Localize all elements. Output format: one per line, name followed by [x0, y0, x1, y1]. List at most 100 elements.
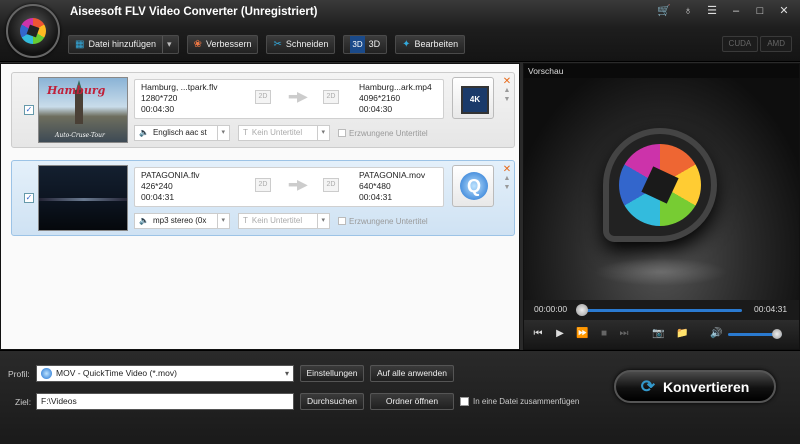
- source-duration: 00:04:30: [141, 104, 175, 114]
- stop-icon[interactable]: ■: [598, 328, 610, 340]
- track-options: 🔈 mp3 stereo (0x ▾ T Kein Untertitel ▾ E…: [134, 213, 428, 229]
- app-logo-icon: [6, 4, 60, 58]
- convert-button[interactable]: ⟳ Konvertieren: [614, 370, 776, 403]
- source-info: Hamburg, ...tpark.flv 1280*720 00:04:30: [141, 82, 218, 115]
- arrow-right-icon: ▪▪▪▶: [288, 88, 308, 104]
- edit-button[interactable]: ✦ Bearbeiten: [395, 35, 466, 54]
- close-icon[interactable]: ✕: [774, 3, 794, 19]
- profile-select[interactable]: MOV - QuickTime Video (*.mov) ▾: [36, 365, 294, 382]
- forced-subtitles-checkbox[interactable]: [338, 217, 346, 225]
- play-icon[interactable]: ▶: [554, 328, 566, 340]
- file-list: ✓ Hamburg Auto-Cruse-Tour Hamburg, ...tp…: [0, 63, 520, 350]
- destination-input[interactable]: F:\Videos: [36, 393, 294, 410]
- video-thumbnail[interactable]: [38, 165, 128, 231]
- output-resolution: 640*480: [359, 181, 391, 191]
- forced-subtitles-option[interactable]: Erzwungene Untertitel: [338, 129, 428, 138]
- 3d-icon: 3D: [350, 36, 365, 53]
- destination-label: Ziel:: [15, 397, 32, 407]
- source-name: Hamburg, ...tpark.flv: [141, 82, 218, 92]
- seek-handle[interactable]: [576, 304, 588, 316]
- cart-icon[interactable]: 🛒: [654, 3, 674, 19]
- apply-all-button[interactable]: Auf alle anwenden: [370, 365, 454, 382]
- output-name: PATAGONIA.mov: [359, 170, 426, 180]
- source-resolution: 426*240: [141, 181, 173, 191]
- volume-handle[interactable]: [771, 329, 782, 339]
- minimize-icon[interactable]: –: [726, 3, 746, 19]
- chevron-down-icon[interactable]: ▾: [162, 36, 172, 53]
- app-title: Aiseesoft FLV Video Converter (Unregistr…: [70, 6, 318, 18]
- preview-screen[interactable]: [524, 78, 799, 300]
- subtitle-select[interactable]: T Kein Untertitel ▾: [238, 125, 330, 141]
- maximize-icon[interactable]: □: [750, 3, 770, 19]
- source-resolution: 1280*720: [141, 93, 178, 103]
- text-icon: T: [243, 216, 248, 225]
- volume-icon[interactable]: 🔊: [710, 328, 722, 340]
- video-thumbnail[interactable]: Hamburg Auto-Cruse-Tour: [38, 77, 128, 143]
- film-add-icon: ▦: [75, 39, 85, 50]
- settings-button[interactable]: Einstellungen: [300, 365, 364, 382]
- 3d-button[interactable]: 3D 3D: [343, 35, 388, 54]
- subtitle-select[interactable]: T Kein Untertitel ▾: [238, 213, 330, 229]
- remove-item-icon[interactable]: ✕ ▲ ▼: [502, 77, 512, 104]
- profile-label: Profil:: [8, 369, 30, 379]
- file-checkbox[interactable]: ✓: [24, 193, 34, 203]
- file-checkbox[interactable]: ✓: [24, 105, 34, 115]
- file-info: PATAGONIA.flv 426*240 00:04:31 2D ▪▪▪▶ 2…: [134, 167, 444, 207]
- aiseesoft-logo-icon: [603, 128, 717, 242]
- hardware-acceleration: CUDA AMD: [721, 36, 792, 52]
- window-controls: 🛒 ♁ ☰ – □ ✕: [654, 3, 794, 19]
- toolbar: ▦ Datei hinzufügen ▾ ❀ Verbessern ✂ Schn…: [68, 35, 466, 54]
- speaker-icon: 🔈: [139, 128, 149, 137]
- chevron-up-icon[interactable]: ▲: [502, 174, 512, 183]
- feedback-icon[interactable]: ☰: [702, 3, 722, 19]
- skip-forward-icon[interactable]: ⏭: [618, 328, 630, 340]
- chevron-down-icon: ▾: [317, 126, 325, 140]
- merge-option[interactable]: In eine Datei zusammenfügen: [460, 397, 579, 406]
- chevron-down-icon: ▾: [217, 126, 225, 140]
- chevron-down-icon[interactable]: ▼: [502, 95, 512, 104]
- title-bar: Aiseesoft FLV Video Converter (Unregistr…: [0, 0, 800, 62]
- enhance-button[interactable]: ❀ Verbessern: [186, 35, 259, 54]
- chevron-down-icon[interactable]: ▼: [502, 183, 512, 192]
- output-info: Hamburg...ark.mp4 4096*2160 00:04:30: [359, 82, 432, 115]
- output-info: PATAGONIA.mov 640*480 00:04:31: [359, 170, 425, 203]
- current-time: 00:00:00: [534, 304, 568, 314]
- file-item[interactable]: ✓ PATAGONIA.flv 426*240 00:04:31 2D ▪▪▪▶…: [11, 160, 515, 236]
- trim-button[interactable]: ✂ Schneiden: [266, 35, 336, 54]
- scissors-icon: ✂: [273, 39, 282, 50]
- fast-forward-icon[interactable]: ⏩: [576, 328, 588, 340]
- chevron-up-icon[interactable]: ▲: [502, 86, 512, 95]
- output-duration: 00:04:31: [359, 192, 393, 202]
- cuda-badge: CUDA: [721, 36, 759, 52]
- open-folder-button[interactable]: Ordner öffnen: [370, 393, 454, 410]
- audio-track-select[interactable]: 🔈 Englisch aac st ▾: [134, 125, 230, 141]
- preview-label: Vorschau: [528, 66, 564, 76]
- skip-back-icon[interactable]: ⏮: [532, 328, 544, 340]
- source-name: PATAGONIA.flv: [141, 170, 200, 180]
- seek-bar[interactable]: [582, 309, 742, 312]
- forced-subtitles-option[interactable]: Erzwungene Untertitel: [338, 217, 428, 226]
- edit-icon: ✦: [402, 39, 411, 50]
- 2d-badge: 2D: [323, 90, 339, 104]
- add-file-button[interactable]: ▦ Datei hinzufügen ▾: [68, 35, 179, 54]
- folder-icon[interactable]: 📁: [676, 328, 688, 340]
- preview-panel: Vorschau 00:00:00 00:04:31 ⏮ ▶ ⏩ ■ ⏭ 📷 📁…: [523, 63, 800, 350]
- forced-subtitles-checkbox[interactable]: [338, 129, 346, 137]
- merge-checkbox[interactable]: [460, 397, 469, 406]
- register-icon[interactable]: ♁: [678, 3, 698, 19]
- snapshot-icon[interactable]: 📷: [652, 328, 664, 340]
- 2d-badge: 2D: [255, 90, 271, 104]
- conversion-arrow: 2D ▪▪▪▶ 2D: [255, 88, 339, 104]
- chevron-down-icon: ▾: [284, 369, 289, 378]
- file-item[interactable]: ✓ Hamburg Auto-Cruse-Tour Hamburg, ...tp…: [11, 72, 515, 148]
- quicktime-icon[interactable]: [452, 165, 494, 207]
- remove-item-icon[interactable]: ✕ ▲ ▼: [502, 165, 512, 192]
- source-duration: 00:04:31: [141, 192, 175, 202]
- browse-button[interactable]: Durchsuchen: [300, 393, 364, 410]
- audio-track-select[interactable]: 🔈 mp3 stereo (0x ▾: [134, 213, 230, 229]
- arrow-right-icon: ▪▪▪▶: [288, 176, 308, 192]
- 2d-badge: 2D: [323, 178, 339, 192]
- output-format-icon[interactable]: [452, 77, 494, 119]
- output-duration: 00:04:30: [359, 104, 393, 114]
- chevron-down-icon: ▾: [217, 214, 225, 228]
